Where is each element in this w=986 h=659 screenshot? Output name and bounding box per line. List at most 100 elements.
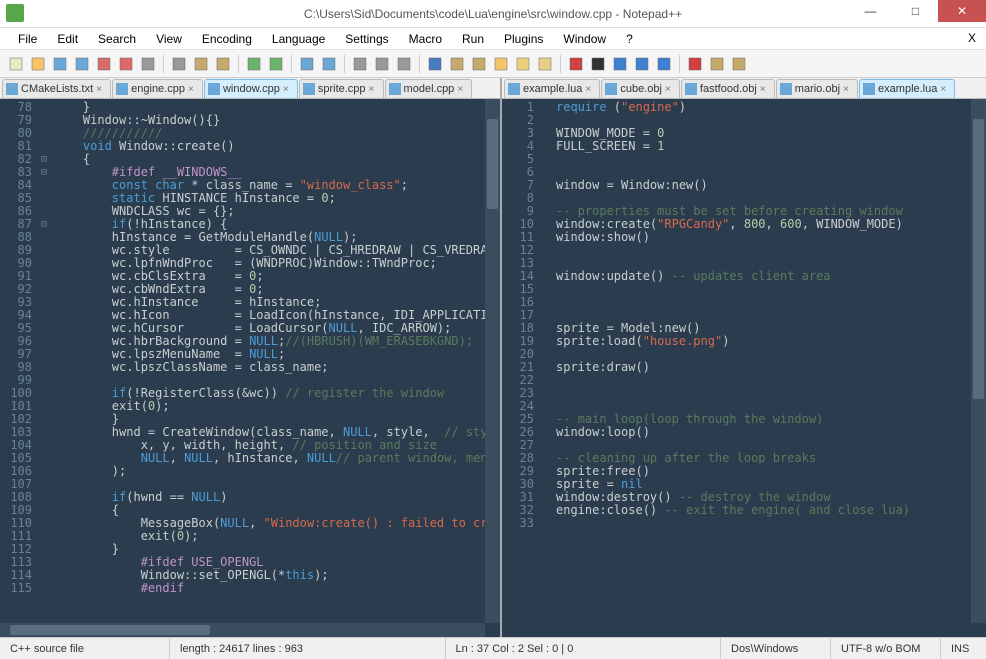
left-code[interactable]: } Window::~Window(){} /////////// void W…	[50, 99, 500, 637]
copy-icon[interactable]	[191, 54, 211, 74]
playall-icon[interactable]	[632, 54, 652, 74]
fold-marker[interactable]	[38, 257, 50, 270]
fold-marker[interactable]	[38, 179, 50, 192]
fold-marker[interactable]	[38, 517, 50, 530]
left-hscrollbar[interactable]	[0, 623, 485, 637]
fold-marker[interactable]	[38, 296, 50, 309]
fold-marker[interactable]	[38, 231, 50, 244]
fold-marker[interactable]	[540, 413, 552, 426]
fold-marker[interactable]	[38, 413, 50, 426]
right-vscrollbar[interactable]	[971, 99, 986, 623]
tab-window-cpp[interactable]: window.cpp×	[204, 79, 298, 98]
fold-marker[interactable]	[38, 556, 50, 569]
fold-marker[interactable]	[38, 504, 50, 517]
tab-CMakeLists-txt[interactable]: CMakeLists.txt×	[2, 79, 111, 98]
close-icon[interactable]	[94, 54, 114, 74]
fold-marker[interactable]	[540, 387, 552, 400]
fold-marker[interactable]	[38, 127, 50, 140]
fold-marker[interactable]	[540, 218, 552, 231]
fold-marker[interactable]	[38, 426, 50, 439]
panel1-icon[interactable]	[707, 54, 727, 74]
zoomout-icon[interactable]	[372, 54, 392, 74]
menu-?[interactable]: ?	[616, 29, 643, 49]
tabbar-close-icon[interactable]: X	[968, 31, 976, 45]
tab-model-cpp[interactable]: model.cpp×	[385, 79, 473, 98]
saveall-icon[interactable]	[72, 54, 92, 74]
fold-marker[interactable]	[540, 101, 552, 114]
fold-marker[interactable]	[38, 309, 50, 322]
fold-marker[interactable]	[540, 166, 552, 179]
code-line[interactable]: require ("engine")	[556, 101, 986, 114]
paste-icon[interactable]	[213, 54, 233, 74]
code-line[interactable]: void Window::create()	[54, 140, 500, 153]
code-line[interactable]: FULL_SCREEN = 1	[556, 140, 986, 153]
doc1-icon[interactable]	[513, 54, 533, 74]
fold-marker[interactable]	[540, 309, 552, 322]
panel2-icon[interactable]	[729, 54, 749, 74]
minimize-button[interactable]: —	[848, 0, 893, 22]
code-line[interactable]	[556, 283, 986, 296]
code-line[interactable]	[556, 517, 986, 530]
save-icon[interactable]	[50, 54, 70, 74]
fold-marker[interactable]	[540, 335, 552, 348]
vscroll-thumb[interactable]	[973, 119, 984, 399]
fold-marker[interactable]	[540, 257, 552, 270]
tab-close-icon[interactable]: ×	[665, 84, 675, 94]
tab-close-icon[interactable]: ×	[96, 84, 106, 94]
vscroll-thumb[interactable]	[487, 119, 498, 209]
code-line[interactable]: exit(0);	[54, 400, 500, 413]
code-line[interactable]: window:loop()	[556, 426, 986, 439]
fold-marker[interactable]	[540, 283, 552, 296]
wrap-icon[interactable]	[425, 54, 445, 74]
fold-marker[interactable]	[540, 348, 552, 361]
fold-marker[interactable]	[38, 335, 50, 348]
fold-marker[interactable]	[38, 205, 50, 218]
indent-icon[interactable]	[469, 54, 489, 74]
fold-marker[interactable]	[38, 322, 50, 335]
fold-marker[interactable]	[540, 244, 552, 257]
fold-marker[interactable]	[540, 491, 552, 504]
tab-engine-cpp[interactable]: engine.cpp×	[112, 79, 203, 98]
fold-marker[interactable]	[38, 543, 50, 556]
fit-icon[interactable]	[394, 54, 414, 74]
tab-close-icon[interactable]: ×	[843, 84, 853, 94]
menu-window[interactable]: Window	[553, 29, 616, 49]
menu-settings[interactable]: Settings	[335, 29, 398, 49]
hscroll-thumb[interactable]	[10, 625, 210, 635]
folder-icon[interactable]	[491, 54, 511, 74]
undo-icon[interactable]	[244, 54, 264, 74]
doc2-icon[interactable]	[535, 54, 555, 74]
code-line[interactable]	[556, 387, 986, 400]
fold-marker[interactable]	[540, 192, 552, 205]
fold-marker[interactable]	[540, 400, 552, 413]
code-line[interactable]: if(hwnd == NULL)	[54, 491, 500, 504]
menu-view[interactable]: View	[146, 29, 192, 49]
code-line[interactable]: exit(0);	[54, 530, 500, 543]
fold-marker[interactable]	[38, 348, 50, 361]
menu-edit[interactable]: Edit	[47, 29, 88, 49]
fold-marker[interactable]	[540, 322, 552, 335]
fold-marker[interactable]	[540, 140, 552, 153]
fold-marker[interactable]	[38, 491, 50, 504]
redo-icon[interactable]	[266, 54, 286, 74]
menu-file[interactable]: File	[8, 29, 47, 49]
code-line[interactable]: sprite:draw()	[556, 361, 986, 374]
fold-marker[interactable]	[38, 478, 50, 491]
fold-marker[interactable]	[540, 205, 552, 218]
fold-marker[interactable]	[38, 244, 50, 257]
menu-search[interactable]: Search	[88, 29, 146, 49]
fold-marker[interactable]	[540, 153, 552, 166]
code-line[interactable]: #endif	[54, 582, 500, 595]
tab-close-icon[interactable]: ×	[369, 84, 379, 94]
fold-marker[interactable]: ⊟	[38, 153, 50, 166]
tab-close-icon[interactable]: ×	[457, 84, 467, 94]
code-line[interactable]: window:update() -- updates client area	[556, 270, 986, 283]
stop-icon[interactable]	[588, 54, 608, 74]
tab-mario-obj[interactable]: mario.obj×	[776, 79, 858, 98]
fold-marker[interactable]	[38, 569, 50, 582]
fold-marker[interactable]	[540, 231, 552, 244]
maximize-button[interactable]: □	[893, 0, 938, 22]
code-line[interactable]	[556, 153, 986, 166]
fold-marker[interactable]	[38, 582, 50, 595]
tab-example-lua[interactable]: example.lua×	[859, 79, 955, 98]
